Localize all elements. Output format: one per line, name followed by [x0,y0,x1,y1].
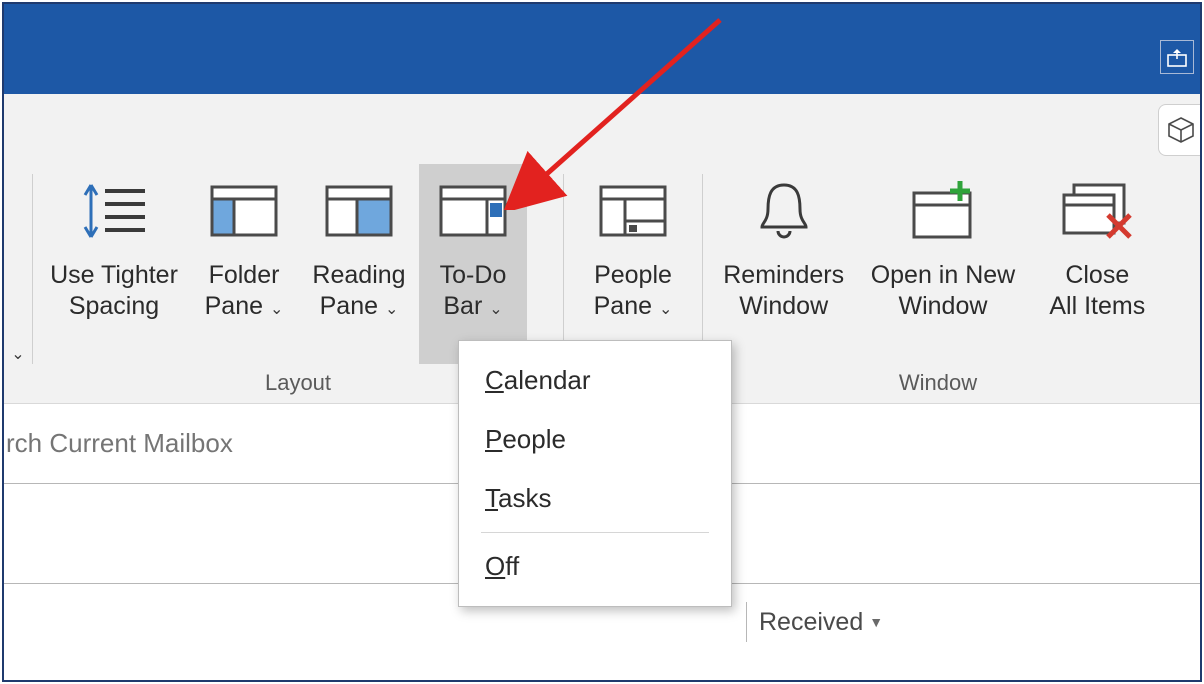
button-label-line1: Reminders [723,261,844,289]
ribbon-group-window: Reminders Window Open in New Window [703,164,1173,404]
ribbon-collapse-button[interactable] [1160,40,1194,74]
menu-item-off[interactable]: Off [459,537,731,596]
todo-bar-dropdown: Calendar People Tasks Off [458,340,732,607]
prev-group-dropdown[interactable]: ⌄ [4,164,32,404]
button-label-line1: Reading [312,261,405,289]
button-label-line2: Window [739,292,828,320]
button-label-line1: Folder [209,261,280,289]
button-label-line1: Open in New [871,261,1016,289]
todo-bar-button[interactable]: To-Do Bar ⌄ [419,164,527,364]
chevron-down-icon: ⌄ [489,301,502,318]
menu-item-tasks[interactable]: Tasks [459,469,731,528]
button-label-line2: Pane [320,292,378,320]
title-bar [4,4,1200,94]
open-new-window-button[interactable]: Open in New Window [858,164,1027,364]
chevron-down-icon: ⌄ [659,301,672,318]
button-label-line2: Bar [443,292,482,320]
mi-rest: alendar [504,365,591,395]
sort-received-column[interactable]: Received ▼ [746,602,883,642]
folder-pane-button[interactable]: Folder Pane ⌄ [189,164,299,364]
close-all-items-button[interactable]: Close All Items [1028,164,1167,364]
open-new-window-icon [902,170,984,252]
reading-pane-button[interactable]: Reading Pane ⌄ [299,164,419,364]
collapse-up-icon [1167,47,1187,67]
chevron-down-icon: ⌄ [270,301,283,318]
close-all-icon [1056,170,1138,252]
sort-label: Received [759,608,863,637]
tighter-spacing-icon [73,170,155,252]
folder-pane-icon [203,170,285,252]
todo-bar-icon [432,170,514,252]
reading-pane-icon [318,170,400,252]
button-label-line1: Use Tighter [50,261,178,289]
button-label-line2: Spacing [69,292,159,320]
menu-separator [481,532,709,533]
group-label: Window [703,370,1173,396]
people-pane-icon [592,170,674,252]
chevron-down-icon: ⌄ [11,344,24,364]
menu-item-calendar[interactable]: Calendar [459,351,731,410]
reminders-window-button[interactable]: Reminders Window [709,164,858,364]
chevron-down-icon: ⌄ [385,301,398,318]
button-label-line1: People [594,261,672,289]
menu-item-people[interactable]: People [459,410,731,469]
mi-rest: eople [502,424,566,454]
button-label-line2: Pane [205,292,263,320]
package-icon [1166,115,1196,145]
button-label-line2: Pane [594,292,652,320]
mi-rest: asks [498,483,551,513]
button-label-line2: Window [899,292,988,320]
people-pane-button[interactable]: People Pane ⌄ [570,164,696,364]
sort-desc-icon: ▼ [869,614,883,630]
button-label-line2: All Items [1049,292,1145,320]
ribbon-overflow-button[interactable] [1158,104,1200,156]
mi-rest: ff [505,551,519,581]
use-tighter-spacing-button[interactable]: Use Tighter Spacing [39,164,189,364]
bell-icon [743,170,825,252]
button-label-line1: Close [1065,261,1129,289]
button-label-line1: To-Do [440,261,507,289]
